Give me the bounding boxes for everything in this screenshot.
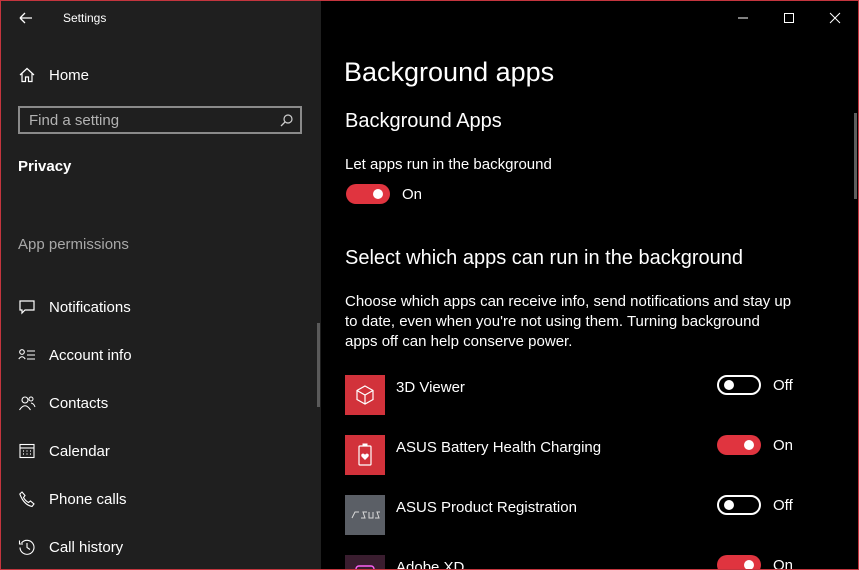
back-arrow-icon bbox=[19, 12, 32, 24]
sidebar-item-label: Phone calls bbox=[49, 490, 127, 508]
sidebar-item-account-info[interactable]: Account info bbox=[18, 344, 132, 366]
main-scrollbar[interactable] bbox=[854, 113, 857, 199]
sidebar-item-call-history[interactable]: Call history bbox=[18, 536, 123, 558]
sidebar-item-label: Account info bbox=[49, 346, 132, 364]
minimize-icon bbox=[738, 17, 748, 19]
asus-battery-state: On bbox=[773, 437, 794, 454]
3d-viewer-icon bbox=[345, 375, 385, 415]
toggle-knob bbox=[373, 189, 383, 199]
adobe-xd-icon bbox=[345, 555, 385, 569]
sidebar-scrollbar[interactable] bbox=[317, 323, 320, 407]
app-name: ASUS Battery Health Charging bbox=[396, 439, 602, 456]
app-name: 3D Viewer bbox=[396, 379, 465, 396]
3d-viewer-state: Off bbox=[773, 377, 793, 394]
page-title: Background apps bbox=[344, 57, 555, 87]
calendar-icon bbox=[18, 442, 36, 460]
history-icon bbox=[18, 538, 36, 556]
asus-battery-toggle[interactable] bbox=[717, 435, 761, 455]
phone-icon bbox=[18, 490, 36, 508]
app-title: Settings bbox=[63, 11, 107, 25]
search-input[interactable] bbox=[29, 111, 269, 129]
sidebar-item-calendar[interactable]: Calendar bbox=[18, 440, 110, 462]
sidebar: Settings Home Privacy App permissions No… bbox=[1, 1, 321, 569]
battery-icon bbox=[345, 435, 385, 475]
sidebar-item-phone-calls[interactable]: Phone calls bbox=[18, 488, 127, 510]
title-bar: Settings bbox=[1, 1, 321, 35]
description-text: Choose which apps can receive info, send… bbox=[345, 293, 792, 350]
home-nav-item[interactable]: Home bbox=[18, 64, 89, 86]
close-icon bbox=[829, 12, 841, 24]
asus-registration-state: Off bbox=[773, 497, 793, 514]
sidebar-item-label: Contacts bbox=[49, 394, 109, 412]
close-button[interactable] bbox=[812, 1, 858, 35]
home-label: Home bbox=[49, 66, 90, 84]
sidebar-item-label: Notifications bbox=[49, 298, 131, 316]
adobe-xd-toggle[interactable] bbox=[717, 555, 761, 569]
notifications-icon bbox=[18, 298, 36, 316]
app-name: ASUS Product Registration bbox=[396, 499, 577, 516]
3d-viewer-toggle[interactable] bbox=[717, 375, 761, 395]
let-apps-run-state: On bbox=[402, 186, 423, 203]
minimize-button[interactable] bbox=[720, 1, 766, 35]
maximize-icon bbox=[784, 13, 794, 23]
search-box[interactable] bbox=[18, 106, 302, 134]
sidebar-item-notifications[interactable]: Notifications bbox=[18, 296, 131, 318]
asus-registration-toggle[interactable] bbox=[717, 495, 761, 515]
main-content: Background apps Background Apps Let apps… bbox=[321, 1, 858, 569]
let-apps-run-label: Let apps run in the background bbox=[345, 156, 552, 173]
back-button[interactable] bbox=[13, 7, 39, 29]
toggle-knob bbox=[744, 560, 754, 569]
account-info-icon bbox=[18, 346, 36, 364]
contacts-icon bbox=[18, 394, 36, 412]
toggle-knob bbox=[724, 500, 734, 510]
toggle-knob bbox=[724, 380, 734, 390]
app-permissions-label: App permissions bbox=[18, 236, 129, 253]
let-apps-run-toggle[interactable] bbox=[346, 184, 390, 204]
home-icon bbox=[18, 66, 36, 84]
select-apps-title: Select which apps can run in the backgro… bbox=[345, 247, 744, 269]
settings-window: Settings Home Privacy App permissions No… bbox=[0, 0, 859, 570]
maximize-button[interactable] bbox=[766, 1, 812, 35]
sidebar-item-label: Calendar bbox=[49, 442, 110, 460]
sidebar-item-label: Call history bbox=[49, 538, 124, 556]
section-title: Background Apps bbox=[345, 110, 502, 132]
sidebar-item-contacts[interactable]: Contacts bbox=[18, 392, 108, 414]
asus-logo-icon bbox=[345, 495, 385, 535]
app-name: Adobe XD bbox=[396, 559, 465, 570]
toggle-knob bbox=[744, 440, 754, 450]
adobe-xd-state: On bbox=[773, 557, 794, 570]
search-icon bbox=[280, 114, 293, 127]
privacy-heading: Privacy bbox=[18, 158, 72, 175]
